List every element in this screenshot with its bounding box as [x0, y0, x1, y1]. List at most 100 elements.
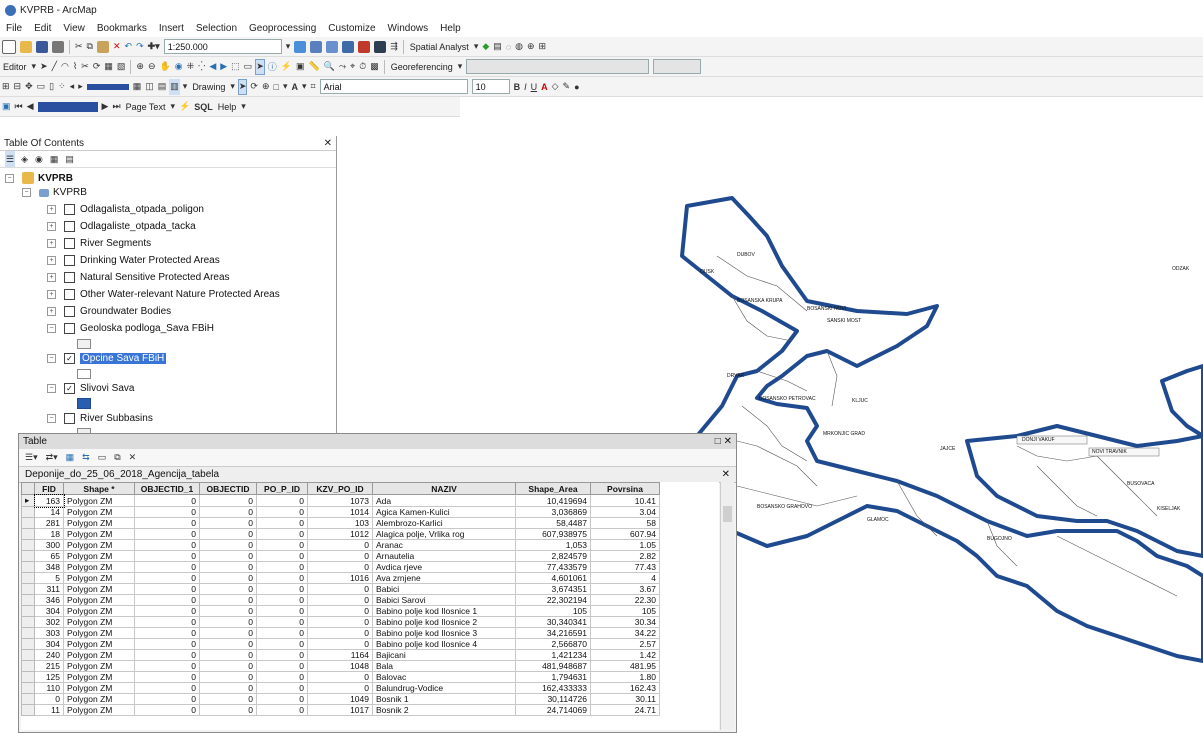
chevron-down-icon[interactable]: ▾: [301, 79, 308, 95]
undo-icon[interactable]: ↶: [124, 39, 134, 55]
table-cell[interactable]: 1,053: [515, 539, 591, 551]
table-cell[interactable]: 302: [34, 616, 64, 628]
attributes-icon[interactable]: ▦: [103, 59, 114, 75]
print-icon[interactable]: [51, 39, 65, 55]
editor-toolbar-icon[interactable]: [293, 39, 307, 55]
table-cell[interactable]: 0: [134, 671, 200, 683]
focus-data-frame-icon[interactable]: ◫: [144, 79, 155, 95]
layer-checkbox[interactable]: [64, 306, 75, 317]
table-row[interactable]: ▸ 163 Polygon ZM 0 0 0 1073 Ada 10,419694 10.41: [21, 493, 660, 508]
rotate-icon[interactable]: ⟳: [249, 79, 259, 95]
table-cell[interactable]: 30,340341: [515, 616, 591, 628]
table-cell[interactable]: 2,566870: [515, 638, 591, 650]
table-cell[interactable]: Polygon ZM: [63, 528, 135, 540]
table-cell[interactable]: 103: [307, 517, 373, 529]
layout-forward-icon[interactable]: ▸: [77, 79, 84, 95]
table-cell[interactable]: 0: [307, 594, 373, 606]
row-selector[interactable]: [21, 572, 35, 584]
toc-layer-6[interactable]: + Groundwater Bodies: [47, 306, 171, 317]
page-text-menu[interactable]: Page Text: [123, 102, 169, 112]
table-cell[interactable]: 0: [134, 638, 200, 650]
list-by-drawing-order-icon[interactable]: ☰: [5, 151, 16, 167]
zoom-whole-page-icon[interactable]: ▭: [36, 79, 47, 95]
table-cell[interactable]: 607.94: [590, 528, 660, 540]
table-cell[interactable]: 0: [134, 660, 200, 672]
hyperlink-icon[interactable]: ⚡: [178, 99, 191, 115]
menu-geoprocessing[interactable]: Geoprocessing: [243, 23, 322, 34]
menu-help[interactable]: Help: [434, 23, 467, 34]
table-cell[interactable]: 0: [199, 704, 257, 716]
symbol-swatch[interactable]: [77, 339, 91, 349]
expand-icon[interactable]: +: [47, 290, 56, 299]
clear-selection-icon[interactable]: ▭: [243, 59, 254, 75]
expand-icon[interactable]: +: [47, 205, 56, 214]
toc-layer-10[interactable]: − River Subbasins: [47, 413, 153, 424]
restore-icon[interactable]: □: [715, 436, 721, 447]
table-cell[interactable]: 0: [256, 528, 308, 540]
table-cell[interactable]: 2.82: [590, 550, 660, 562]
table-cell[interactable]: 0: [199, 649, 257, 661]
table-cell[interactable]: Babino polje kod Ilosnice 4: [372, 638, 516, 650]
table-cell[interactable]: 0: [307, 561, 373, 573]
table-cell[interactable]: 77,433579: [515, 561, 591, 573]
row-selector[interactable]: [21, 605, 35, 617]
related-tables-icon[interactable]: ⇄▾: [45, 450, 59, 466]
forward-icon[interactable]: ▶: [219, 59, 228, 75]
chevron-down-icon[interactable]: ▾: [457, 59, 464, 75]
close-icon[interactable]: ✕: [722, 469, 730, 480]
chevron-down-icon[interactable]: ▾: [31, 59, 38, 75]
full-extent-icon[interactable]: ◉: [174, 59, 184, 75]
chevron-down-icon[interactable]: ▾: [285, 39, 292, 55]
table-cell[interactable]: 1049: [307, 693, 373, 705]
row-selector[interactable]: [21, 693, 35, 705]
table-cell[interactable]: 0: [134, 649, 200, 661]
table-cell[interactable]: 0: [256, 704, 308, 716]
save-icon[interactable]: [35, 39, 49, 55]
table-cell[interactable]: 0: [256, 616, 308, 628]
table-cell[interactable]: 607,938975: [515, 528, 591, 540]
table-row[interactable]: 348 Polygon ZM 0 0 0 0 Avdica rjeve 77,433579 77…: [21, 561, 660, 573]
table-cell[interactable]: 30,114726: [515, 693, 591, 705]
table-cell[interactable]: 105: [590, 605, 660, 617]
chevron-down-icon[interactable]: ▾: [169, 99, 176, 115]
table-cell[interactable]: 0: [199, 616, 257, 628]
menu-windows[interactable]: Windows: [382, 23, 435, 34]
table-cell[interactable]: 1.80: [590, 671, 660, 683]
table-cell[interactable]: 10.41: [590, 494, 660, 507]
table-cell[interactable]: 0: [199, 561, 257, 573]
arc-segment-icon[interactable]: ◠: [60, 59, 70, 75]
table-cell[interactable]: 77.43: [590, 561, 660, 573]
paste-icon[interactable]: [96, 39, 110, 55]
reshape-icon[interactable]: ⌇: [72, 59, 78, 75]
table-cell[interactable]: 0: [199, 627, 257, 639]
row-selector[interactable]: [21, 539, 35, 551]
table-cell[interactable]: 3,674351: [515, 583, 591, 595]
toc-layer-4[interactable]: + Natural Sensitive Protected Areas: [47, 272, 230, 283]
layer-checkbox[interactable]: [64, 204, 75, 215]
toc-root[interactable]: − KVPRB: [5, 172, 73, 184]
table-cell[interactable]: 162.43: [590, 682, 660, 694]
model-builder-icon[interactable]: ⇶: [389, 39, 399, 55]
table-cell[interactable]: 0: [134, 528, 200, 540]
column-header[interactable]: OBJECTID: [199, 482, 257, 495]
table-row[interactable]: 14 Polygon ZM 0 0 0 1014 Agica Kamen-Kulici 3,0…: [21, 506, 660, 518]
clear-selection-icon[interactable]: ▭: [97, 450, 108, 466]
table-cell[interactable]: 0: [256, 671, 308, 683]
editor-menu[interactable]: Editor: [0, 62, 30, 72]
select-features-icon[interactable]: ⬚: [230, 59, 241, 75]
table-cell[interactable]: Babino polje kod Ilosnice 1: [372, 605, 516, 617]
table-cell[interactable]: 3.04: [590, 506, 660, 518]
table-cell[interactable]: Polygon ZM: [63, 494, 135, 507]
sql-icon[interactable]: SQL: [193, 99, 214, 115]
table-cell[interactable]: 303: [34, 627, 64, 639]
table-cell[interactable]: Aranac: [372, 539, 516, 551]
table-cell[interactable]: 0: [34, 693, 64, 705]
table-cell[interactable]: 11: [34, 704, 64, 716]
table-cell[interactable]: 65: [34, 550, 64, 562]
table-cell[interactable]: 18: [34, 528, 64, 540]
table-cell[interactable]: Arnautelia: [372, 550, 516, 562]
measure-icon[interactable]: ⊞: [538, 39, 548, 55]
table-cell[interactable]: 5: [34, 572, 64, 584]
find-route-icon[interactable]: ⤳: [338, 59, 347, 75]
table-cell[interactable]: 0: [199, 539, 257, 551]
